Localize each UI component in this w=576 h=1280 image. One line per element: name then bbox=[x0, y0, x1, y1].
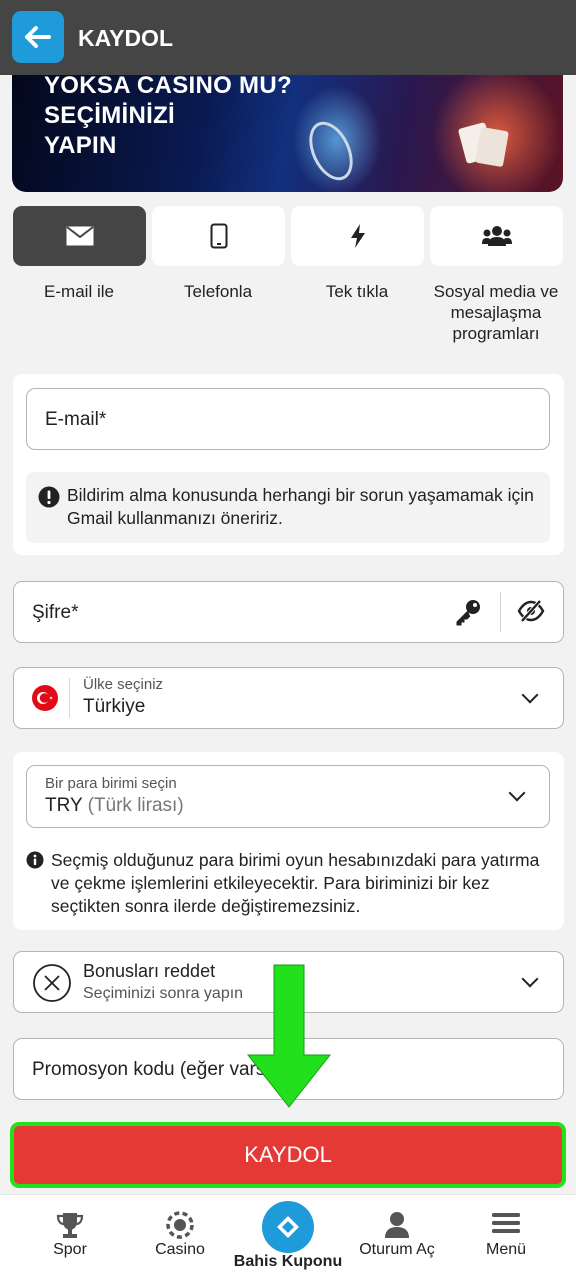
country-value: Türkiye bbox=[83, 696, 146, 717]
page-title: KAYDOL bbox=[78, 25, 173, 51]
exclamation-icon bbox=[38, 486, 60, 508]
arrow-down-icon bbox=[246, 964, 332, 1108]
nav-label-menu: Menü bbox=[485, 1241, 527, 1258]
currency-select[interactable]: Bir para birimi seçin TRY (Türk lirası) bbox=[26, 765, 550, 828]
turkey-flag-icon bbox=[32, 685, 58, 711]
bonus-subtitle: Seçiminizi sonra yapın bbox=[83, 985, 244, 1002]
nav-label-casino: Casino bbox=[155, 1241, 205, 1258]
nav-label-bet-slip: Bahis Kuponu bbox=[233, 1253, 343, 1270]
password-field[interactable]: Şifre* bbox=[13, 581, 564, 643]
key-icon bbox=[456, 600, 480, 626]
casino-chip-icon bbox=[166, 1211, 194, 1239]
tab-phone-label: Telefonla bbox=[183, 282, 253, 301]
tab-email-label: E-mail ile bbox=[44, 282, 114, 301]
gmail-note-text: Bildirim alma konusunda herhangi bir sor… bbox=[67, 485, 534, 528]
phone-icon bbox=[210, 223, 227, 249]
trophy-icon bbox=[56, 1213, 84, 1238]
password-placeholder: Şifre* bbox=[32, 602, 79, 623]
nav-item-login[interactable]: Oturum Aç bbox=[337, 1195, 457, 1280]
arrow-left-icon bbox=[25, 26, 51, 48]
lightning-icon bbox=[350, 224, 365, 248]
currency-label: Bir para birimi seçin bbox=[45, 775, 177, 792]
bottom-navigation: Spor Casino Bahis Kuponu Oturum Aç Menü bbox=[0, 1194, 576, 1280]
info-icon bbox=[26, 851, 44, 869]
hamburger-menu-icon bbox=[492, 1213, 520, 1233]
nav-item-bet-slip[interactable]: Bahis Kuponu bbox=[228, 1195, 348, 1280]
email-section: E-mail* Bildirim alma konusunda herhangi… bbox=[13, 374, 564, 555]
ticket-icon bbox=[277, 1216, 299, 1238]
envelope-icon bbox=[65, 226, 94, 246]
banner-line-3: YAPIN bbox=[44, 132, 117, 159]
submit-button[interactable]: KAYDOL bbox=[10, 1122, 566, 1188]
nav-label-sport: Spor bbox=[53, 1241, 87, 1258]
eye-slash-icon[interactable] bbox=[517, 599, 545, 623]
country-label: Ülke seçiniz bbox=[83, 676, 164, 693]
users-icon bbox=[481, 226, 512, 246]
currency-section: Bir para birimi seçin TRY (Türk lirası) … bbox=[13, 752, 564, 930]
promo-banner[interactable]: YOKSA CASINO MU? SEÇİMİNİZİ YAPIN bbox=[12, 75, 563, 192]
chevron-down-icon bbox=[521, 970, 539, 988]
email-placeholder: E-mail* bbox=[45, 409, 107, 430]
back-button[interactable] bbox=[12, 11, 64, 63]
tab-phone[interactable] bbox=[152, 206, 285, 266]
country-select[interactable]: Ülke seçiniz Türkiye bbox=[13, 667, 564, 729]
banner-line-2: SEÇİMİNİZİ bbox=[44, 102, 176, 129]
tab-one-click-label: Tek tıkla bbox=[325, 282, 389, 301]
tab-email[interactable] bbox=[13, 206, 146, 266]
promo-code-placeholder: Promosyon kodu (eğer varsa) bbox=[32, 1059, 283, 1080]
gmail-note: Bildirim alma konusunda herhangi bir sor… bbox=[26, 472, 550, 543]
banner-line-1: YOKSA CASINO MU? bbox=[44, 75, 292, 99]
chevron-down-icon bbox=[521, 686, 539, 704]
top-bar: KAYDOL bbox=[0, 0, 576, 75]
nav-item-casino[interactable]: Casino bbox=[120, 1195, 240, 1280]
nav-label-login: Oturum Aç bbox=[359, 1241, 435, 1258]
tab-one-click[interactable] bbox=[291, 206, 424, 266]
currency-note: Seçmiş olduğunuz para birimi oyun hesabı… bbox=[51, 850, 540, 916]
email-field[interactable]: E-mail* bbox=[26, 388, 550, 450]
close-circle-icon bbox=[33, 964, 71, 1002]
currency-name: (Türk lirası) bbox=[87, 795, 184, 816]
nav-item-menu[interactable]: Menü bbox=[446, 1195, 566, 1280]
user-icon bbox=[385, 1212, 409, 1238]
currency-code: TRY bbox=[45, 795, 83, 816]
bonus-title: Bonusları reddet bbox=[83, 961, 216, 981]
nav-item-sport[interactable]: Spor bbox=[10, 1195, 130, 1280]
tab-social[interactable] bbox=[430, 206, 563, 266]
tab-social-label: Sosyal media ve mesajlaşma programları bbox=[433, 282, 559, 343]
chevron-down-icon bbox=[508, 784, 526, 802]
